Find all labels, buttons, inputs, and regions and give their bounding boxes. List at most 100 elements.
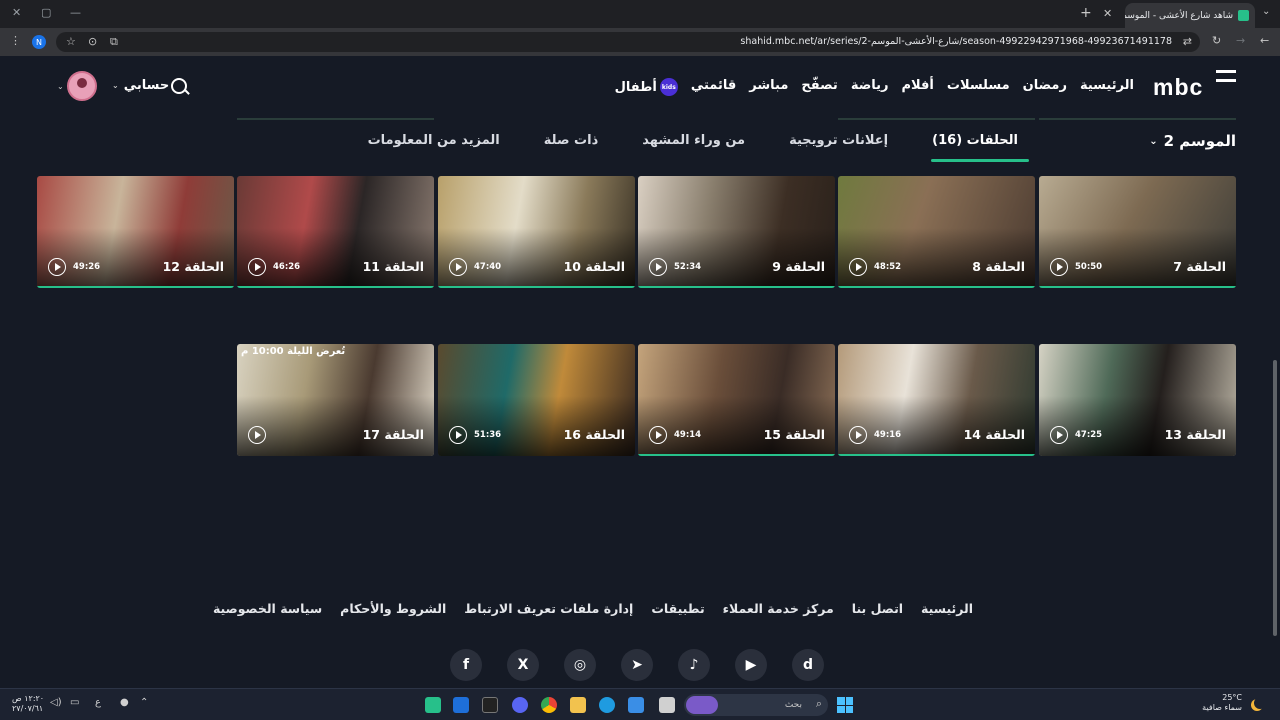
episode-card[interactable]: الحلقة 13 47:25: [1039, 344, 1236, 456]
tab-trailers[interactable]: إعلانات ترويجية: [789, 133, 888, 148]
nav-item-live[interactable]: مباشر: [749, 78, 788, 96]
episode-card[interactable]: الحلقة 12 49:26: [37, 176, 234, 288]
episode-card[interactable]: الحلقة 14 49:16: [838, 344, 1035, 456]
start-icon[interactable]: [837, 697, 853, 713]
taskbar-search[interactable]: بحث ⌕: [684, 694, 828, 716]
tab-behind-the-scenes[interactable]: من وراء المشهد: [642, 133, 745, 148]
episode-card[interactable]: الحلقة 11 46:26: [237, 176, 434, 288]
avatar[interactable]: [67, 71, 97, 101]
nav-item-sports[interactable]: رياضة: [851, 78, 889, 96]
footer-link-apps[interactable]: تطبيقات: [651, 601, 704, 616]
facebook-icon[interactable]: f: [450, 649, 482, 681]
browser-tab[interactable]: شاهد شارع الأعشى - الموسم 2 |: [1125, 3, 1255, 28]
window-close-icon[interactable]: ✕: [12, 6, 21, 19]
play-icon[interactable]: [449, 258, 467, 276]
forward-icon[interactable]: →: [1236, 34, 1245, 47]
episode-card[interactable]: الحلقة 17: [237, 344, 434, 456]
chrome-icon[interactable]: [541, 697, 557, 713]
watch-progress: [438, 286, 635, 288]
nav-item-series[interactable]: مسلسلات: [947, 78, 1010, 96]
file-explorer-icon[interactable]: [570, 697, 586, 713]
input-language[interactable]: ع: [95, 697, 101, 708]
footer-link-home[interactable]: الرئيسية: [921, 601, 973, 616]
tab-related[interactable]: ذات صلة: [544, 133, 598, 148]
footer-link-terms[interactable]: الشروط والأحكام: [340, 601, 446, 616]
play-icon[interactable]: [248, 258, 266, 276]
instagram-icon[interactable]: ◎: [564, 649, 596, 681]
x-icon[interactable]: X: [507, 649, 539, 681]
nav-item-ramadan[interactable]: رمضان: [1023, 78, 1067, 96]
telegram-icon[interactable]: ➤: [621, 649, 653, 681]
play-icon[interactable]: [1050, 426, 1068, 444]
play-icon[interactable]: [449, 426, 467, 444]
play-icon[interactable]: [649, 258, 667, 276]
browser-menu-icon[interactable]: ⋮: [10, 34, 21, 47]
season-selector[interactable]: ⌄ الموسم 2: [1149, 132, 1236, 150]
play-icon[interactable]: [649, 426, 667, 444]
tab-more-info[interactable]: المزيد من المعلومات: [368, 133, 500, 148]
volume-icon[interactable]: ◁): [50, 697, 62, 708]
episode-card[interactable]: الحلقة 15 49:14: [638, 344, 835, 456]
play-icon[interactable]: [849, 426, 867, 444]
footer-link-customer-service[interactable]: مركز خدمة العملاء: [723, 601, 834, 616]
mbc-logo[interactable]: mbc: [1153, 74, 1203, 101]
episode-card[interactable]: الحلقة 16 51:36: [438, 344, 635, 456]
play-icon[interactable]: [849, 258, 867, 276]
moon-icon: [1254, 697, 1266, 709]
network-icon[interactable]: ▭: [70, 697, 79, 708]
tab-close-icon[interactable]: ✕: [1103, 7, 1112, 20]
tab-search-icon[interactable]: ⌄: [1262, 6, 1270, 17]
back-icon[interactable]: ←: [1260, 34, 1269, 47]
taskbar-clock[interactable]: ١٢:٢٠ ص ٢٧/٠٧/٦١: [12, 694, 44, 714]
profile-avatar[interactable]: N: [32, 35, 46, 49]
omnibox[interactable]: ☆ ⊙ ⧉ shahid.mbc.net/ar/series/2-شارع-ال…: [56, 32, 1200, 52]
browser-tab-strip: ✕ ▢ — + ✕ شاهد شارع الأعشى - الموسم 2 | …: [0, 0, 1280, 28]
thumbnail-shade: [37, 228, 234, 288]
youtube-icon[interactable]: ▶: [735, 649, 767, 681]
discord-icon[interactable]: [512, 697, 528, 713]
tab-episodes[interactable]: الحلقات (16): [931, 133, 1029, 162]
nav-item-my-list[interactable]: قائمتي: [691, 78, 736, 96]
episode-card[interactable]: الحلقة 9 52:34: [638, 176, 835, 288]
app-icon[interactable]: [453, 697, 469, 713]
episode-card[interactable]: الحلقة 8 48:52: [838, 176, 1035, 288]
window-minimize-icon[interactable]: —: [70, 6, 81, 19]
episode-title: الحلقة 12: [162, 259, 224, 274]
new-tab-icon[interactable]: +: [1080, 5, 1092, 21]
footer-link-privacy[interactable]: سياسة الخصوصية: [213, 601, 322, 616]
episode-title: الحلقة 16: [563, 427, 625, 442]
account-menu[interactable]: ⌄ حسابي: [112, 78, 169, 93]
microphone-icon[interactable]: ●: [120, 697, 129, 708]
nav-item-home[interactable]: الرئيسية: [1080, 78, 1134, 96]
nav-item-browse[interactable]: تصفّح: [801, 78, 837, 96]
install-app-icon[interactable]: ⧉: [110, 35, 118, 49]
site-settings-icon[interactable]: ⇄: [1183, 35, 1192, 48]
nav-item-movies[interactable]: أفلام: [902, 78, 934, 96]
page-scrollbar[interactable]: [1273, 360, 1277, 636]
episode-card[interactable]: الحلقة 10 47:40: [438, 176, 635, 288]
nav-item-kids[interactable]: kids أطفال: [615, 78, 678, 96]
show-hidden-icons-icon[interactable]: ⌃: [140, 697, 148, 708]
store-icon[interactable]: [628, 697, 644, 713]
url-text: shahid.mbc.net/ar/series/2-شارع-الأعشى-ا…: [740, 36, 1172, 47]
play-icon[interactable]: [248, 426, 266, 444]
play-icon[interactable]: [1050, 258, 1068, 276]
footer-link-contact[interactable]: اتصل بنا: [852, 601, 903, 616]
episode-card[interactable]: الحلقة 7 50:50: [1039, 176, 1236, 288]
avatar-chevron-icon[interactable]: ⌄: [57, 82, 64, 91]
app-icon[interactable]: [482, 697, 498, 713]
episode-duration: 49:16: [874, 430, 902, 440]
edge-icon[interactable]: [599, 697, 615, 713]
shahid-app-icon[interactable]: [425, 697, 441, 713]
weather-widget[interactable]: 25°C سماء صافية: [1202, 693, 1242, 713]
footer-link-cookies[interactable]: إدارة ملفات تعريف الارتباط: [464, 601, 633, 616]
play-icon[interactable]: [48, 258, 66, 276]
star-icon[interactable]: ☆: [66, 35, 76, 48]
reload-icon[interactable]: ↻: [1212, 34, 1221, 47]
app-icon[interactable]: [659, 697, 675, 713]
window-maximize-icon[interactable]: ▢: [41, 6, 51, 19]
tiktok-icon[interactable]: ♪: [678, 649, 710, 681]
search-icon[interactable]: [171, 78, 187, 94]
dailymotion-icon[interactable]: d: [792, 649, 824, 681]
chevron-down-icon: ⌄: [1149, 135, 1158, 147]
